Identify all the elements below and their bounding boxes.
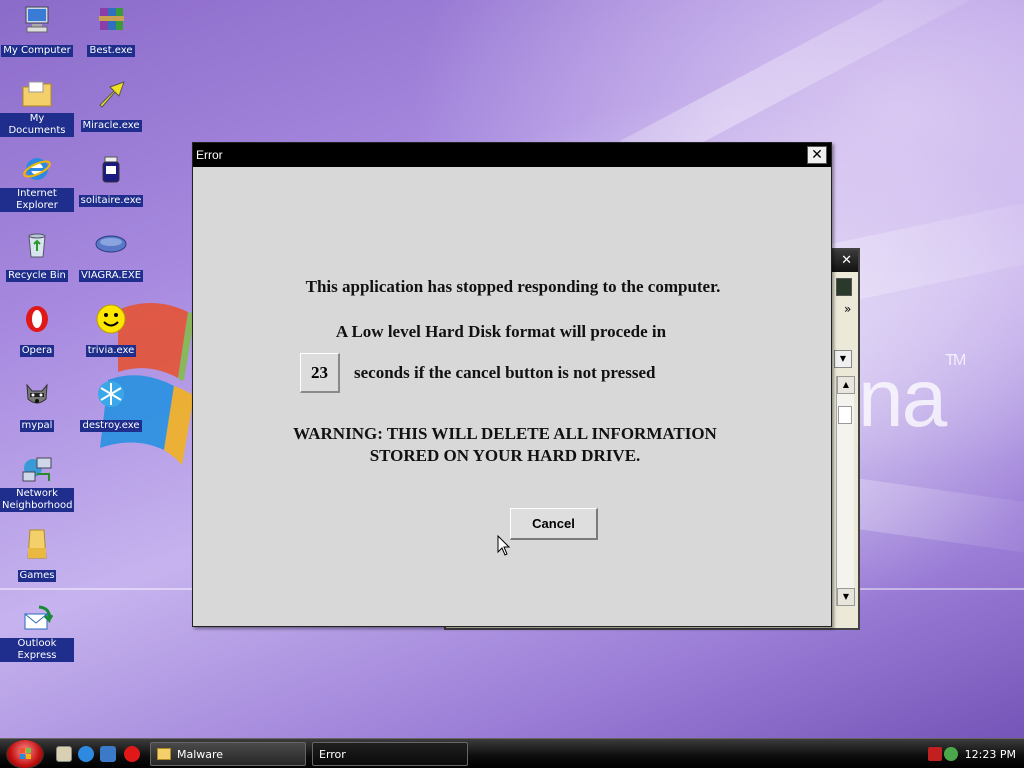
warning-line-1: WARNING: THIS WILL DELETE ALL INFORMATIO…	[293, 424, 717, 443]
network-icon	[20, 452, 54, 486]
desktop-icon-trivia-exe[interactable]: trivia.exe	[74, 302, 148, 357]
security-icon[interactable]	[928, 747, 942, 761]
desktop-icon-label: solitaire.exe	[78, 195, 144, 207]
wallpaper-vista-text: naTM	[858, 352, 966, 444]
desktop-icon-internet-explorer[interactable]: Internet Explorer	[0, 152, 74, 212]
desktop-icon-miracle-exe[interactable]: Miracle.exe	[74, 77, 148, 132]
windows-flag-icon	[20, 748, 31, 759]
desktop-icon-opera[interactable]: Opera	[0, 302, 74, 357]
desktop-icon-label: My Computer	[1, 45, 73, 57]
taskbar-button-label: Malware	[177, 747, 224, 761]
desktop-icon-label: My Documents	[0, 113, 74, 137]
arrow-icon	[94, 77, 128, 111]
internet-explorer-icon[interactable]	[78, 746, 94, 762]
cancel-button[interactable]: Cancel	[510, 508, 598, 540]
dialog-titlebar[interactable]: Error ✕	[193, 143, 831, 167]
scroll-thumb[interactable]	[838, 406, 852, 424]
computer-icon	[20, 2, 54, 36]
scrollbar[interactable]: ▲ ▼	[836, 376, 855, 606]
start-button[interactable]	[6, 739, 44, 768]
folder-icon	[157, 748, 171, 760]
error-dialog: Error ✕ This application has stopped res…	[192, 142, 832, 627]
outlook-express-icon[interactable]	[100, 746, 116, 762]
desktop-icon-label: Best.exe	[87, 45, 135, 57]
desktop-icon-best-exe[interactable]: Best.exe	[74, 2, 148, 57]
desktop-icon-label: destroy.exe	[80, 420, 142, 432]
jar-icon	[94, 152, 128, 186]
desktop-icon-label: Games	[17, 570, 57, 582]
desktop-icon-solitaire-exe[interactable]: solitaire.exe	[74, 152, 148, 207]
taskbar-button-malware[interactable]: Malware	[150, 742, 306, 766]
folder-icon	[20, 527, 54, 561]
pill-icon	[94, 227, 128, 261]
message-line-2: A Low level Hard Disk format will proced…	[335, 322, 667, 341]
clock[interactable]: 12:23 PM	[965, 748, 1016, 761]
desktop-icon-label: VIAGRA.EXE	[78, 270, 144, 282]
dialog-title: Error	[196, 148, 223, 162]
taskbar: Malware Error 12:23 PM	[0, 738, 1024, 768]
countdown-display: 23	[300, 353, 340, 393]
desktop-icon-network-neighborhood[interactable]: Network Neighborhood	[0, 452, 74, 512]
system-tray: 12:23 PM	[924, 739, 1024, 768]
smiley-icon	[94, 302, 128, 336]
opera-icon	[20, 302, 54, 336]
dropdown-arrow-button[interactable]: ▼	[834, 350, 852, 368]
close-icon[interactable]: ✕	[841, 253, 852, 268]
desktop-icon-label: Outlook Express	[0, 638, 74, 662]
toolbar-icon[interactable]	[836, 278, 852, 296]
message-line-3: seconds if the cancel button is not pres…	[354, 363, 656, 382]
network-icon[interactable]	[944, 747, 958, 761]
desktop-icon-viagra-exe[interactable]: VIAGRA.EXE	[74, 227, 148, 282]
desktop-icon-label: trivia.exe	[85, 345, 137, 357]
desktop-icon-label: Internet Explorer	[0, 188, 74, 212]
desktop-icon-games[interactable]: Games	[0, 527, 74, 582]
scroll-up-button[interactable]: ▲	[837, 376, 855, 394]
show-desktop-icon[interactable]	[56, 746, 72, 762]
close-button[interactable]: ✕	[807, 146, 827, 164]
winrar-icon	[94, 2, 128, 36]
outlook-express-icon	[20, 602, 54, 636]
recycle-bin-icon	[20, 227, 54, 261]
scroll-down-button[interactable]: ▼	[837, 588, 855, 606]
desktop-icon-outlook-express[interactable]: Outlook Express	[0, 602, 74, 662]
desktop-icon-destroy-exe[interactable]: destroy.exe	[74, 377, 148, 432]
desktop-icon-recycle-bin[interactable]: Recycle Bin	[0, 227, 74, 282]
raccoon-icon	[20, 377, 54, 411]
desktop-icon-label: Network Neighborhood	[0, 488, 74, 512]
folder-icon	[20, 77, 54, 111]
desktop-icon-label: Miracle.exe	[80, 120, 142, 132]
snowflake-icon	[94, 377, 128, 411]
taskbar-button-label: Error	[319, 747, 346, 761]
mouse-cursor-icon	[497, 535, 511, 556]
desktop-icon-label: Opera	[19, 345, 55, 357]
desktop-icon-mypal[interactable]: mypal	[0, 377, 74, 432]
desktop-icon-my-computer[interactable]: My Computer	[0, 2, 74, 57]
desktop-icon-label: mypal	[19, 420, 55, 432]
warning-line-2: STORED ON YOUR HARD DRIVE.	[369, 446, 641, 465]
internet-explorer-icon	[20, 152, 54, 186]
opera-icon[interactable]	[124, 746, 140, 762]
taskbar-button-error[interactable]: Error	[312, 742, 468, 766]
close-icon: ✕	[811, 147, 823, 163]
desktop-icon-my-documents[interactable]: My Documents	[0, 77, 74, 137]
message-line-1: This application has stopped responding …	[305, 277, 721, 296]
desktop-icon-label: Recycle Bin	[6, 270, 68, 282]
chevron-icon[interactable]: »	[844, 302, 851, 316]
